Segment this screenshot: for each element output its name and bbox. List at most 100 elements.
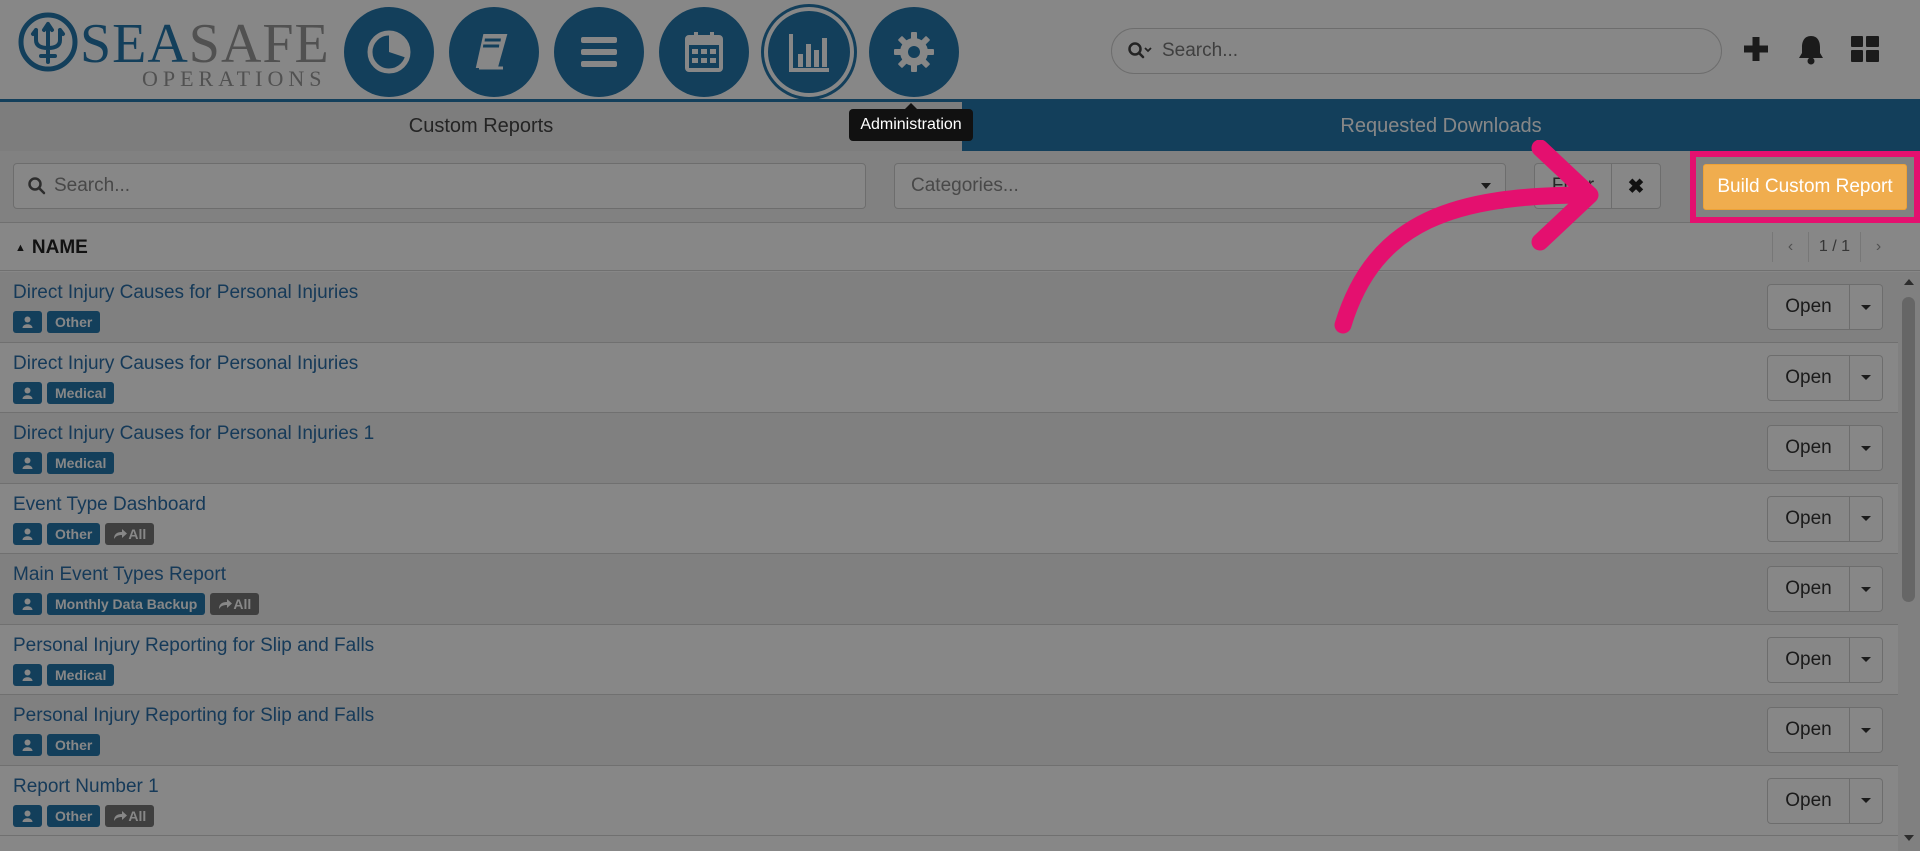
user-icon bbox=[13, 734, 42, 756]
report-title-link[interactable]: Direct Injury Causes for Personal Injuri… bbox=[13, 423, 374, 445]
category-badge: Other bbox=[47, 522, 101, 545]
global-search-input[interactable] bbox=[1162, 40, 1682, 62]
scroll-up-icon[interactable] bbox=[1904, 279, 1914, 285]
shared-badge: All bbox=[210, 593, 260, 615]
open-button-group: Open bbox=[1767, 636, 1883, 683]
report-row: Personal Injury Reporting for Slip and F… bbox=[0, 695, 1898, 766]
report-badges: Medical bbox=[13, 663, 115, 686]
nav-reports-button[interactable] bbox=[764, 7, 854, 97]
next-page-button[interactable]: › bbox=[1860, 232, 1896, 262]
global-search-field[interactable] bbox=[1111, 28, 1722, 74]
nav-menu-button[interactable] bbox=[554, 7, 644, 97]
build-report-highlight: Build Custom Report bbox=[1690, 151, 1920, 223]
report-title-link[interactable]: Personal Injury Reporting for Slip and F… bbox=[13, 635, 374, 657]
report-title-link[interactable]: Event Type Dashboard bbox=[13, 494, 206, 516]
open-options-dropdown[interactable] bbox=[1850, 707, 1883, 753]
report-title-link[interactable]: Main Event Types Report bbox=[13, 564, 226, 586]
report-row: Report Number 1 Other All Open bbox=[0, 765, 1898, 836]
nav-logbook-button[interactable] bbox=[449, 7, 539, 97]
report-title-link[interactable]: Direct Injury Causes for Personal Injuri… bbox=[13, 282, 358, 304]
trident-icon bbox=[18, 12, 78, 72]
shared-label: All bbox=[128, 525, 147, 542]
category-badge: Other bbox=[47, 734, 101, 756]
report-row: Event Type Dashboard Other All Open bbox=[0, 483, 1898, 554]
list-icon bbox=[581, 37, 617, 67]
user-icon bbox=[13, 452, 42, 474]
open-button-group: Open bbox=[1767, 566, 1883, 612]
user-icon bbox=[13, 381, 42, 404]
previous-page-button[interactable]: ‹ bbox=[1772, 232, 1808, 262]
open-options-dropdown[interactable] bbox=[1850, 425, 1883, 471]
share-icon bbox=[219, 599, 233, 609]
open-options-dropdown[interactable] bbox=[1850, 284, 1883, 330]
search-icon bbox=[28, 177, 46, 195]
name-column-header[interactable]: ▲ NAME bbox=[15, 237, 88, 259]
open-button-group: Open bbox=[1767, 777, 1883, 824]
nav-dashboard-button[interactable] bbox=[344, 7, 434, 97]
report-title-link[interactable]: Personal Injury Reporting for Slip and F… bbox=[13, 705, 374, 727]
category-badge: Monthly Data Backup bbox=[47, 593, 206, 615]
report-toolbar: Categories... Filter ✖ bbox=[0, 151, 1920, 223]
open-options-dropdown[interactable] bbox=[1850, 495, 1883, 542]
caret-down-icon bbox=[1861, 445, 1871, 451]
caret-down-icon bbox=[1861, 304, 1871, 310]
open-options-dropdown[interactable] bbox=[1850, 636, 1883, 683]
report-search-field[interactable] bbox=[13, 163, 866, 209]
open-report-button[interactable]: Open bbox=[1767, 777, 1850, 824]
scroll-down-icon[interactable] bbox=[1904, 835, 1914, 841]
pager: ‹ 1 / 1 › bbox=[1772, 232, 1896, 262]
administration-tooltip: Administration bbox=[849, 103, 973, 141]
report-badges: Other bbox=[13, 311, 101, 333]
grid-icon[interactable] bbox=[1847, 31, 1883, 67]
open-options-dropdown[interactable] bbox=[1850, 354, 1883, 401]
report-search-input[interactable] bbox=[54, 175, 834, 197]
caret-down-icon bbox=[1861, 516, 1871, 521]
open-options-dropdown[interactable] bbox=[1850, 777, 1883, 824]
open-button-group: Open bbox=[1767, 425, 1883, 471]
open-report-button[interactable]: Open bbox=[1767, 707, 1850, 753]
open-report-button[interactable]: Open bbox=[1767, 284, 1850, 330]
report-badges: Other bbox=[13, 734, 101, 756]
build-custom-report-button[interactable]: Build Custom Report bbox=[1703, 164, 1907, 210]
open-report-button[interactable]: Open bbox=[1767, 495, 1850, 542]
caret-down-icon bbox=[1861, 727, 1871, 733]
share-icon bbox=[114, 810, 128, 821]
gear-icon bbox=[894, 32, 934, 72]
report-badges: Other All bbox=[13, 804, 155, 827]
open-report-button[interactable]: Open bbox=[1767, 566, 1850, 612]
bell-icon[interactable] bbox=[1793, 31, 1829, 67]
open-report-button[interactable]: Open bbox=[1767, 636, 1850, 683]
category-badge: Other bbox=[47, 804, 101, 827]
open-options-dropdown[interactable] bbox=[1850, 566, 1883, 612]
caret-down-icon bbox=[1861, 375, 1871, 380]
user-icon bbox=[13, 311, 42, 333]
list-header: ▲ NAME ‹ 1 / 1 › bbox=[0, 223, 1920, 271]
list-scrollbar[interactable] bbox=[1898, 272, 1920, 851]
user-icon bbox=[13, 804, 42, 827]
open-report-button[interactable]: Open bbox=[1767, 425, 1850, 471]
report-row: Main Event Types Report Monthly Data Back… bbox=[0, 554, 1898, 625]
logo-wordmark: SEASAFE bbox=[80, 16, 330, 72]
report-title-link[interactable]: Report Number 1 bbox=[13, 776, 159, 798]
categories-placeholder: Categories... bbox=[911, 175, 1019, 196]
report-badges: Other All bbox=[13, 522, 155, 545]
tab-custom-reports[interactable]: Custom Reports bbox=[0, 102, 962, 151]
nav-administration-button[interactable] bbox=[869, 7, 959, 97]
open-report-button[interactable]: Open bbox=[1767, 354, 1850, 401]
book-icon bbox=[475, 34, 508, 70]
plus-icon[interactable] bbox=[1738, 31, 1774, 67]
category-badge: Medical bbox=[47, 381, 115, 404]
report-title-link[interactable]: Direct Injury Causes for Personal Injuri… bbox=[13, 353, 358, 375]
share-icon bbox=[114, 528, 128, 539]
sort-asc-icon: ▲ bbox=[15, 242, 26, 254]
seasafe-logo[interactable]: SEASAFE OPERATIONS bbox=[18, 10, 329, 90]
bar-chart-icon bbox=[789, 34, 829, 72]
logo-tagline: OPERATIONS bbox=[142, 66, 327, 91]
scroll-thumb[interactable] bbox=[1902, 297, 1915, 602]
app-header: SEASAFE OPERATIONS bbox=[0, 0, 1920, 102]
category-badge: Other bbox=[47, 311, 101, 333]
shared-label: All bbox=[233, 596, 252, 612]
caret-down-icon bbox=[1861, 798, 1871, 803]
nav-calendar-button[interactable] bbox=[659, 7, 749, 97]
tutorial-arrow-icon bbox=[1334, 140, 1599, 334]
